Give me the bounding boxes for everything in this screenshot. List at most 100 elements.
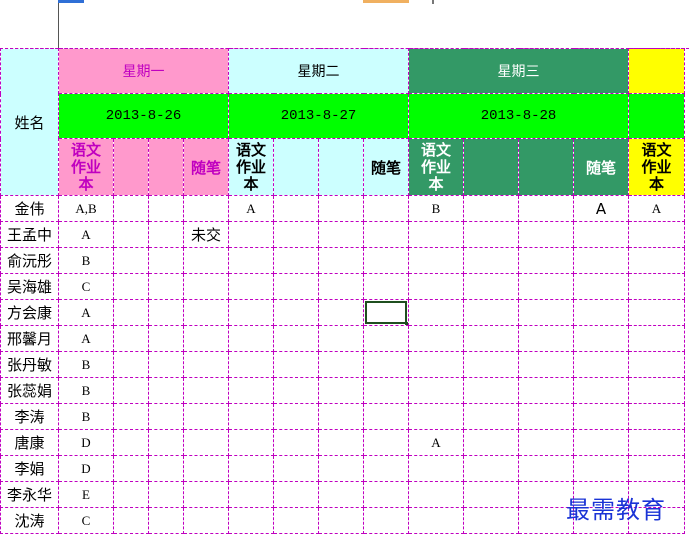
grade-cell[interactable] [148, 429, 184, 456]
grade-cell[interactable] [113, 299, 149, 326]
grade-cell[interactable]: A,B [58, 195, 114, 222]
grade-cell[interactable] [113, 351, 149, 378]
subject-header-blank[interactable] [318, 138, 364, 196]
grade-cell[interactable] [408, 403, 464, 430]
grade-cell[interactable] [628, 455, 685, 482]
grade-cell[interactable] [228, 429, 274, 456]
grade-cell[interactable] [318, 247, 364, 274]
grade-cell[interactable]: B [58, 351, 114, 378]
grade-cell[interactable] [318, 325, 364, 352]
grade-cell[interactable] [573, 351, 629, 378]
grade-cell[interactable] [273, 481, 319, 508]
grade-cell[interactable] [363, 507, 409, 534]
grade-cell[interactable] [518, 429, 574, 456]
grade-cell[interactable] [518, 325, 574, 352]
grade-cell[interactable] [273, 507, 319, 534]
grade-cell[interactable]: B [58, 247, 114, 274]
grade-cell[interactable] [148, 351, 184, 378]
grade-cell[interactable] [228, 507, 274, 534]
grade-cell[interactable] [518, 351, 574, 378]
student-name-cell[interactable]: 张蕊娟 [0, 377, 59, 404]
grade-cell[interactable] [518, 195, 574, 222]
grade-cell[interactable] [463, 325, 519, 352]
grade-cell[interactable]: A [628, 195, 685, 222]
grade-cell[interactable] [228, 325, 274, 352]
student-name-cell[interactable]: 俞沅彤 [0, 247, 59, 274]
student-name-cell[interactable]: 金伟 [0, 195, 59, 222]
grade-cell[interactable] [363, 195, 409, 222]
grade-cell[interactable] [148, 507, 184, 534]
grade-cell[interactable] [408, 377, 464, 404]
grade-cell[interactable] [228, 377, 274, 404]
grade-cell[interactable] [183, 351, 229, 378]
grade-cell[interactable] [148, 273, 184, 300]
selected-cell[interactable] [363, 299, 409, 326]
grade-cell[interactable] [183, 325, 229, 352]
grade-cell[interactable] [113, 377, 149, 404]
grade-cell[interactable] [573, 325, 629, 352]
grade-cell[interactable] [363, 455, 409, 482]
grade-cell[interactable] [113, 481, 149, 508]
student-name-cell[interactable]: 李娟 [0, 455, 59, 482]
day-header-thu[interactable] [628, 48, 685, 94]
subject-header-blank[interactable] [113, 138, 149, 196]
grade-cell[interactable] [628, 403, 685, 430]
grade-cell[interactable] [113, 273, 149, 300]
grade-cell[interactable]: A [408, 429, 464, 456]
grade-cell[interactable] [148, 455, 184, 482]
grade-cell[interactable] [463, 429, 519, 456]
grade-cell[interactable] [318, 429, 364, 456]
grade-cell[interactable] [573, 247, 629, 274]
grade-cell[interactable] [363, 429, 409, 456]
grade-cell[interactable] [363, 377, 409, 404]
grade-cell[interactable] [573, 429, 629, 456]
grade-cell[interactable] [113, 507, 149, 534]
grade-cell[interactable] [518, 403, 574, 430]
grade-cell[interactable] [113, 221, 149, 248]
student-name-cell[interactable]: 吴海雄 [0, 273, 59, 300]
grade-cell[interactable] [463, 481, 519, 508]
grade-cell[interactable] [228, 221, 274, 248]
grade-cell[interactable] [148, 247, 184, 274]
grade-cell[interactable] [573, 377, 629, 404]
grade-cell[interactable] [573, 273, 629, 300]
grade-cell[interactable] [183, 299, 229, 326]
grade-cell[interactable] [113, 247, 149, 274]
grade-cell[interactable] [463, 351, 519, 378]
grade-cell[interactable] [273, 377, 319, 404]
grade-cell[interactable] [628, 325, 685, 352]
grade-cell[interactable] [228, 403, 274, 430]
date-cell-wed[interactable]: 2013-8-28 [408, 93, 629, 139]
grade-cell[interactable] [273, 351, 319, 378]
grade-cell[interactable] [318, 377, 364, 404]
grade-cell[interactable] [408, 247, 464, 274]
grade-cell[interactable] [363, 403, 409, 430]
student-name-cell[interactable]: 沈涛 [0, 507, 59, 534]
grade-cell[interactable] [628, 377, 685, 404]
grade-cell[interactable] [318, 299, 364, 326]
grade-cell[interactable]: B [408, 195, 464, 222]
grade-cell[interactable]: A [228, 195, 274, 222]
grade-cell[interactable] [113, 325, 149, 352]
grade-cell[interactable]: C [58, 273, 114, 300]
grade-cell[interactable] [408, 325, 464, 352]
grade-cell[interactable] [228, 247, 274, 274]
grade-cell[interactable] [183, 403, 229, 430]
grade-cell[interactable] [363, 481, 409, 508]
grade-cell[interactable] [518, 455, 574, 482]
grade-cell[interactable] [573, 221, 629, 248]
grade-cell[interactable] [113, 455, 149, 482]
grade-cell[interactable] [518, 221, 574, 248]
grade-cell[interactable] [628, 221, 685, 248]
grade-cell[interactable] [318, 507, 364, 534]
grade-cell[interactable] [573, 403, 629, 430]
subject-header-blank[interactable] [518, 138, 574, 196]
grade-cell[interactable] [628, 247, 685, 274]
grade-cell[interactable] [183, 481, 229, 508]
subject-header-blank[interactable] [148, 138, 184, 196]
grade-cell[interactable] [518, 299, 574, 326]
grade-cell[interactable] [228, 351, 274, 378]
essay-header-wed[interactable]: 随笔 [573, 138, 629, 196]
grade-cell[interactable] [273, 273, 319, 300]
grade-cell[interactable] [408, 507, 464, 534]
